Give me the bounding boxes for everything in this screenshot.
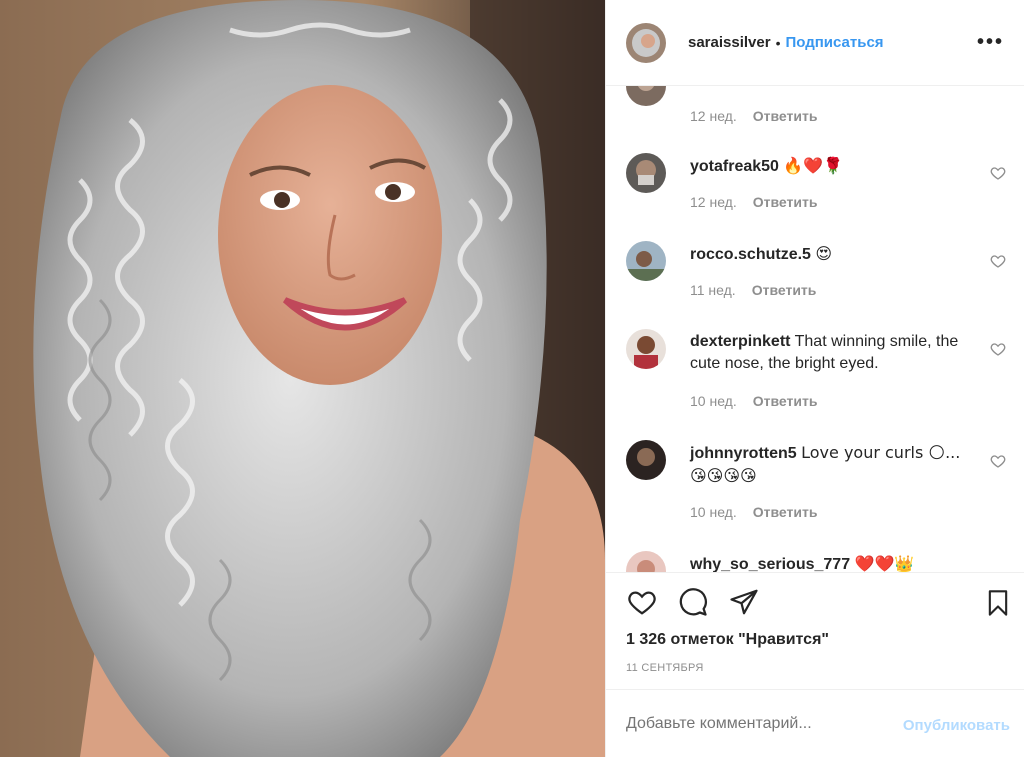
reply-button[interactable]: Ответить [753, 504, 818, 520]
author-username[interactable]: saraissilver [688, 34, 771, 51]
post-header: saraissilver • Подписаться ••• [606, 0, 1024, 86]
action-icons-row [606, 573, 1024, 633]
reply-button[interactable]: Ответить [753, 393, 818, 409]
commenter-username[interactable]: johnnyrotten5 [690, 445, 797, 462]
like-comment-heart-icon[interactable] [990, 341, 1006, 357]
commenter-avatar-image [626, 241, 666, 281]
likes-count[interactable]: 1 326 отметок "Нравится" [626, 631, 829, 649]
reply-button[interactable]: Ответить [753, 108, 818, 124]
comment-body: yotafreak50 🔥❤️🌹 [690, 155, 970, 178]
comment-age: 10 нед. [690, 504, 737, 520]
commenter-avatar-image [626, 153, 666, 193]
commenter-avatar-image [626, 86, 666, 106]
instagram-post: saraissilver • Подписаться ••• 12 нед. От… [0, 0, 1024, 757]
comment-age: 10 нед. [690, 393, 737, 409]
comment-meta: 12 нед. Ответить [690, 108, 817, 124]
comment-body: dexterpinkett That winning smile, the cu… [690, 331, 970, 375]
comment-meta: 10 нед. Ответить [690, 393, 817, 409]
commenter-avatar[interactable] [626, 551, 666, 572]
portrait-illustration [0, 0, 605, 757]
reply-button[interactable]: Ответить [752, 282, 817, 298]
comments-list[interactable]: 12 нед. Ответить yotafreak50 🔥❤️🌹 12 нед.… [606, 86, 1024, 572]
commenter-avatar-image [626, 329, 666, 369]
post-photo[interactable] [0, 0, 605, 757]
comment-icon[interactable] [677, 587, 709, 617]
like-comment-heart-icon[interactable] [990, 253, 1006, 269]
comment-text: ❤️❤️👑 [854, 554, 915, 572]
comment-age: 12 нед. [690, 108, 737, 124]
post-side-panel: saraissilver • Подписаться ••• 12 нед. От… [605, 0, 1024, 757]
comment-text: 🔥❤️🌹 [783, 156, 844, 175]
comment-body: rocco.schutze.5 😍 [690, 243, 970, 266]
comment-meta: 10 нед. Ответить [690, 504, 817, 520]
follow-button[interactable]: Подписаться [785, 34, 883, 51]
share-icon[interactable] [728, 587, 760, 617]
reply-button[interactable]: Ответить [753, 194, 818, 210]
commenter-username[interactable]: yotafreak50 [690, 158, 779, 175]
post-actions: 1 326 отметок "Нравится" 11 СЕНТЯБРЯ [606, 572, 1024, 674]
bookmark-icon[interactable] [984, 587, 1012, 619]
comment-text: 😍 [815, 244, 833, 263]
commenter-username[interactable]: rocco.schutze.5 [690, 246, 811, 263]
add-comment-input[interactable] [626, 715, 856, 733]
commenter-username[interactable]: why_so_serious_777 [690, 556, 850, 572]
commenter-avatar[interactable] [626, 241, 666, 281]
add-comment-row: Опубликовать [606, 689, 1024, 758]
commenter-avatar[interactable] [626, 153, 666, 193]
like-comment-heart-icon[interactable] [990, 453, 1006, 469]
comment-meta: 11 нед. Ответить [690, 282, 816, 298]
comment-age: 11 нед. [690, 282, 736, 298]
commenter-avatar[interactable] [626, 329, 666, 369]
header-separator: • [775, 34, 781, 51]
comment-body: why_so_serious_777 ❤️❤️👑 [690, 553, 970, 572]
publish-button[interactable]: Опубликовать [903, 717, 1010, 734]
heart-icon[interactable] [626, 587, 658, 617]
post-date[interactable]: 11 СЕНТЯБРЯ [626, 662, 704, 674]
commenter-avatar[interactable] [626, 440, 666, 480]
comment-body: johnnyrotten5 Love your curls 🌕... 😘😘😘😘 [690, 442, 970, 488]
more-options-icon[interactable]: ••• [977, 31, 1004, 54]
commenter-avatar-image [626, 440, 666, 480]
commenter-avatar-image [626, 551, 666, 572]
like-comment-heart-icon[interactable] [990, 165, 1006, 181]
comment-age: 12 нед. [690, 194, 737, 210]
comment-meta: 12 нед. Ответить [690, 194, 817, 210]
commenter-username[interactable]: dexterpinkett [690, 333, 790, 350]
author-avatar[interactable] [626, 22, 666, 63]
commenter-avatar[interactable] [626, 86, 666, 106]
author-avatar-image [626, 22, 666, 63]
